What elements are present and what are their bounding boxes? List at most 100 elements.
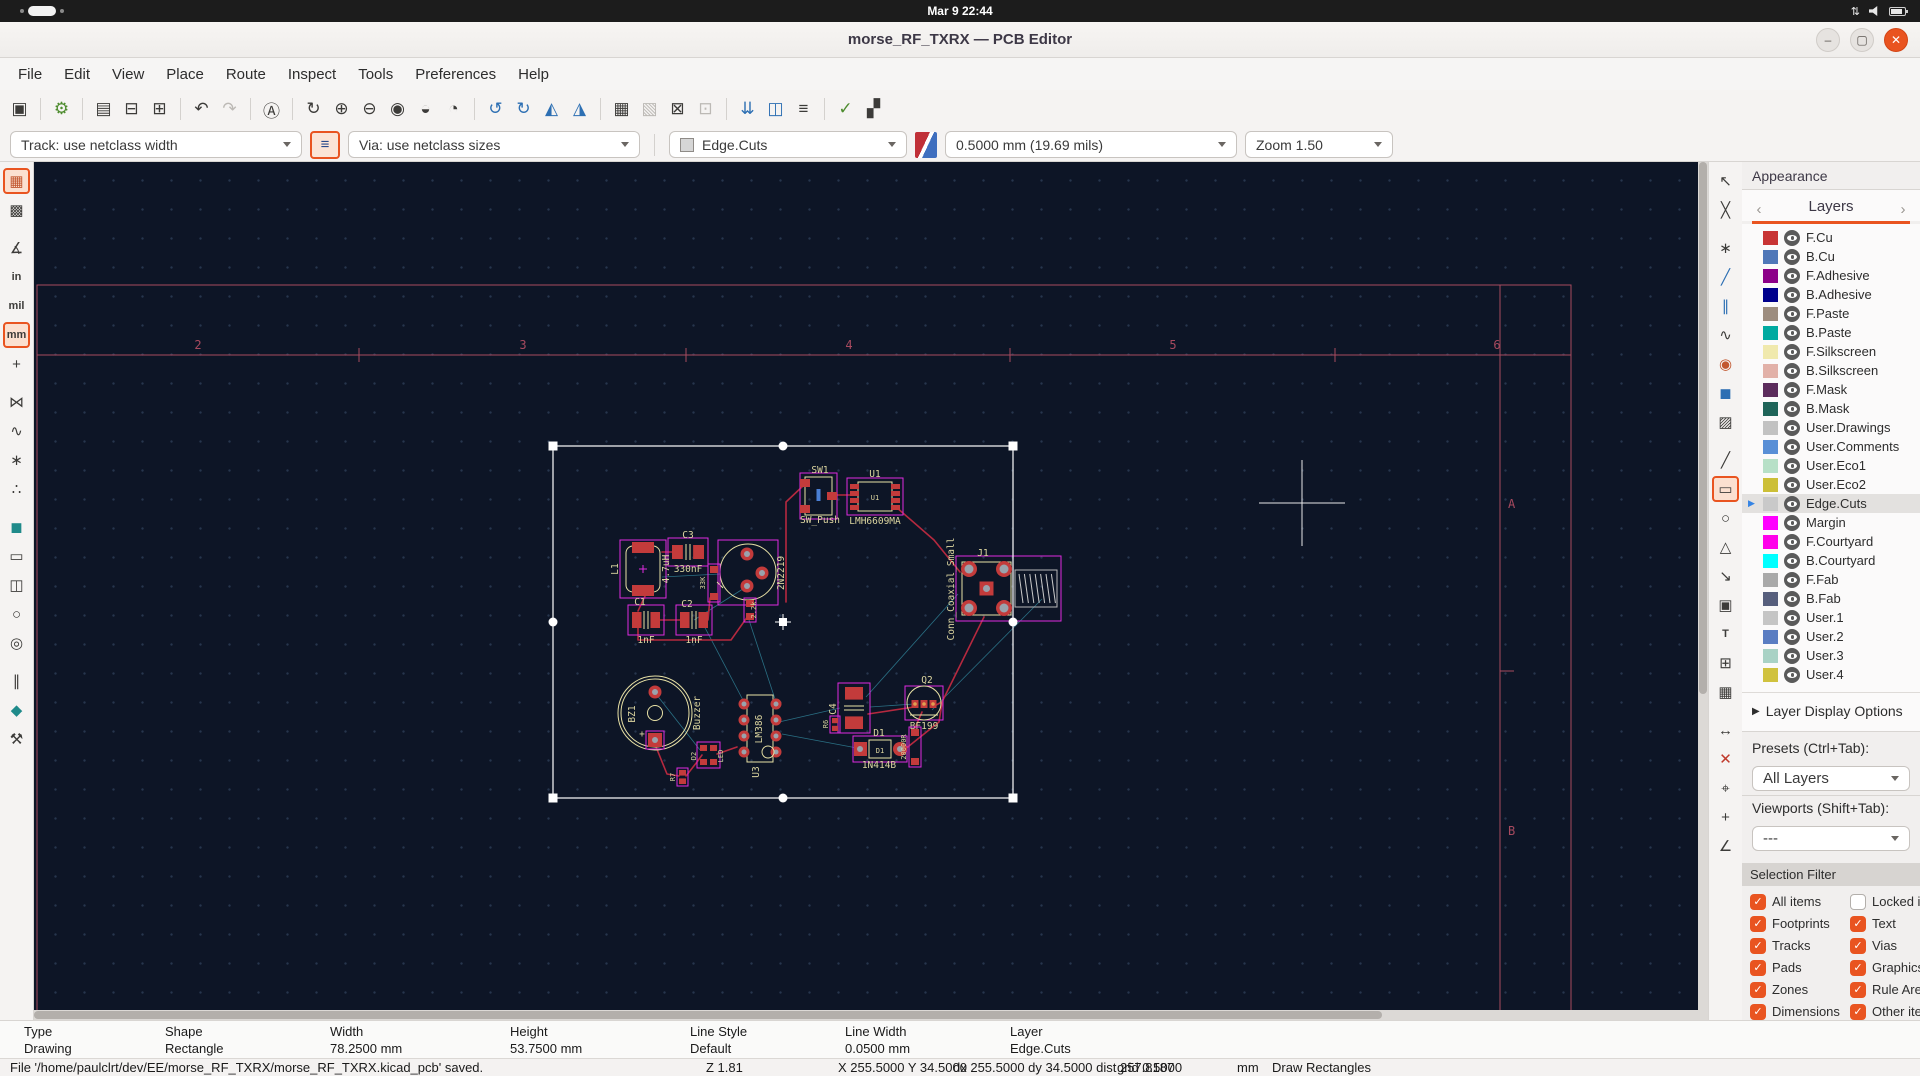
- copper-tracks[interactable]: [637, 484, 985, 777]
- save-icon[interactable]: ▣: [6, 95, 33, 123]
- page-settings-icon[interactable]: ▤: [90, 95, 117, 123]
- redo-icon[interactable]: ↷: [216, 95, 243, 123]
- component-C1[interactable]: C1 1nF: [627, 597, 665, 646]
- zoom-in-icon[interactable]: ⊕: [328, 95, 355, 123]
- local-ratsnest-icon[interactable]: ∴: [3, 476, 30, 502]
- layer-row-f.mask[interactable]: F.Mask: [1742, 380, 1920, 399]
- component-R6[interactable]: R6: [822, 715, 841, 734]
- zone-fracture-icon[interactable]: ◫: [3, 572, 30, 598]
- layer-row-edge.cuts[interactable]: ▶ Edge.Cuts: [1742, 494, 1920, 514]
- add-rule-area-icon[interactable]: ▨: [1712, 409, 1739, 435]
- visibility-eye-icon[interactable]: [1784, 571, 1800, 588]
- ungroup-icon[interactable]: ▧: [636, 95, 663, 123]
- board-setup-icon[interactable]: ⚙: [48, 95, 75, 123]
- visibility-eye-icon[interactable]: [1784, 324, 1800, 341]
- menu-item-file[interactable]: File: [8, 62, 52, 87]
- layer-color-swatch[interactable]: [1763, 515, 1778, 530]
- layer-row-b.fab[interactable]: B.Fab: [1742, 589, 1920, 608]
- footprint-search-icon[interactable]: ◫: [762, 95, 789, 123]
- layer-color-swatch[interactable]: [1763, 401, 1778, 416]
- layer-row-b.courtyard[interactable]: B.Courtyard: [1742, 551, 1920, 570]
- component-R2[interactable]: 20000R: [900, 726, 922, 768]
- layer-row-f.cu[interactable]: F.Cu: [1742, 228, 1920, 247]
- visibility-eye-icon[interactable]: [1784, 609, 1800, 626]
- drc-icon[interactable]: ✓: [832, 95, 859, 123]
- ratsnest-toggle-icon[interactable]: ≡: [790, 95, 817, 123]
- layer-color-swatch[interactable]: [1763, 249, 1778, 264]
- refresh-icon[interactable]: ↻: [300, 95, 327, 123]
- layer-color-swatch[interactable]: [1763, 572, 1778, 587]
- component-C4[interactable]: C4: [828, 682, 871, 734]
- visibility-eye-icon[interactable]: [1784, 343, 1800, 360]
- layer-row-b.cu[interactable]: B.Cu: [1742, 247, 1920, 266]
- track-width-dropdown[interactable]: Track: use netclass width: [10, 131, 302, 158]
- title-bar[interactable]: morse_RF_TXRX — PCB Editor – ▢ ✕: [0, 22, 1920, 58]
- layer-row-user.1[interactable]: User.1: [1742, 608, 1920, 627]
- flip-horizontal-icon[interactable]: ◭: [538, 95, 565, 123]
- zoom-fit-icon[interactable]: ◉: [384, 95, 411, 123]
- filter-dimensions[interactable]: ✓ Dimensions: [1750, 1003, 1850, 1020]
- checkbox-checked-icon[interactable]: ✓: [1750, 959, 1766, 976]
- filter-locked-items[interactable]: Locked items: [1850, 893, 1920, 910]
- track-sketch-icon[interactable]: ∥: [3, 668, 30, 694]
- layer-color-swatch[interactable]: [1763, 344, 1778, 359]
- layer-color-swatch[interactable]: [1763, 287, 1778, 302]
- layer-row-user.2[interactable]: User.2: [1742, 627, 1920, 646]
- menu-item-tools[interactable]: Tools: [348, 62, 403, 87]
- highlight-net-icon[interactable]: ╳: [1712, 197, 1739, 223]
- component-C3[interactable]: C3 330nF: [667, 530, 709, 575]
- visibility-eye-icon[interactable]: [1784, 457, 1800, 474]
- checkbox-unchecked-icon[interactable]: [1850, 893, 1866, 910]
- system-clock[interactable]: Mar 9 22:44: [0, 4, 1920, 18]
- ratsnest-visibility-icon[interactable]: ⋈: [3, 389, 30, 415]
- component-BZ1[interactable]: BZ1 Buzzer +: [617, 675, 703, 751]
- undo-icon[interactable]: ↶: [188, 95, 215, 123]
- layer-color-swatch[interactable]: [1763, 534, 1778, 549]
- layer-display-options[interactable]: ▶ Layer Display Options: [1742, 692, 1920, 732]
- checkbox-checked-icon[interactable]: ✓: [1750, 915, 1766, 932]
- filter-footprints[interactable]: ✓ Footprints: [1750, 915, 1850, 932]
- pad-display-icon[interactable]: ▞: [860, 95, 887, 123]
- menu-item-edit[interactable]: Edit: [54, 62, 100, 87]
- minimize-button[interactable]: –: [1816, 27, 1840, 52]
- component-R5[interactable]: 2.2k: [743, 597, 758, 623]
- visibility-eye-icon[interactable]: [1784, 381, 1800, 398]
- layer-row-f.adhesive[interactable]: F.Adhesive: [1742, 266, 1920, 285]
- layer-row-b.paste[interactable]: B.Paste: [1742, 323, 1920, 342]
- visibility-eye-icon[interactable]: [1784, 248, 1800, 265]
- find-icon[interactable]: Ⓐ: [258, 95, 285, 123]
- draw-polygon-icon[interactable]: △: [1712, 534, 1739, 560]
- add-textbox-icon[interactable]: ⊞: [1712, 650, 1739, 676]
- visibility-eye-icon[interactable]: [1784, 647, 1800, 664]
- layer-row-b.silkscreen[interactable]: B.Silkscreen: [1742, 361, 1920, 380]
- layer-color-swatch[interactable]: [1763, 553, 1778, 568]
- filter-tracks[interactable]: ✓ Tracks: [1750, 937, 1850, 954]
- add-dimension-icon[interactable]: ↔: [1712, 717, 1739, 743]
- layer-row-user.comments[interactable]: User.Comments: [1742, 437, 1920, 456]
- layer-row-f.courtyard[interactable]: F.Courtyard: [1742, 532, 1920, 551]
- checkbox-checked-icon[interactable]: ✓: [1850, 981, 1866, 998]
- filter-all-items[interactable]: ✓ All items: [1750, 893, 1850, 910]
- print-icon[interactable]: ⊟: [118, 95, 145, 123]
- grid-size-dropdown[interactable]: 0.5000 mm (19.69 mils): [945, 131, 1237, 158]
- menu-item-help[interactable]: Help: [508, 62, 559, 87]
- layer-selector-dropdown[interactable]: Edge.Cuts: [669, 131, 907, 158]
- filter-graphics[interactable]: ✓ Graphics: [1850, 959, 1920, 976]
- group-icon[interactable]: ▦: [608, 95, 635, 123]
- layer-color-swatch[interactable]: [1763, 230, 1778, 245]
- visibility-eye-icon[interactable]: [1784, 476, 1800, 493]
- visibility-eye-icon[interactable]: [1784, 666, 1800, 683]
- polar-coords-icon[interactable]: ∡: [3, 235, 30, 261]
- zoom-selection-icon[interactable]: ◔: [440, 95, 467, 123]
- flip-vertical-icon[interactable]: ◮: [566, 95, 593, 123]
- grid-origin-icon[interactable]: +: [1712, 804, 1739, 830]
- properties-panel-icon[interactable]: ⚒: [3, 726, 30, 752]
- cursor-style-icon[interactable]: +: [3, 351, 30, 377]
- filter-text[interactable]: ✓ Text: [1850, 915, 1920, 932]
- layer-color-swatch[interactable]: [1763, 363, 1778, 378]
- presets-dropdown[interactable]: All Layers: [1752, 766, 1910, 792]
- component-U1[interactable]: U1 LMH6609MA U1: [846, 469, 904, 527]
- layer-color-swatch[interactable]: [1763, 458, 1778, 473]
- layer-color-swatch[interactable]: [1763, 610, 1778, 625]
- layer-row-f.fab[interactable]: F.Fab: [1742, 570, 1920, 589]
